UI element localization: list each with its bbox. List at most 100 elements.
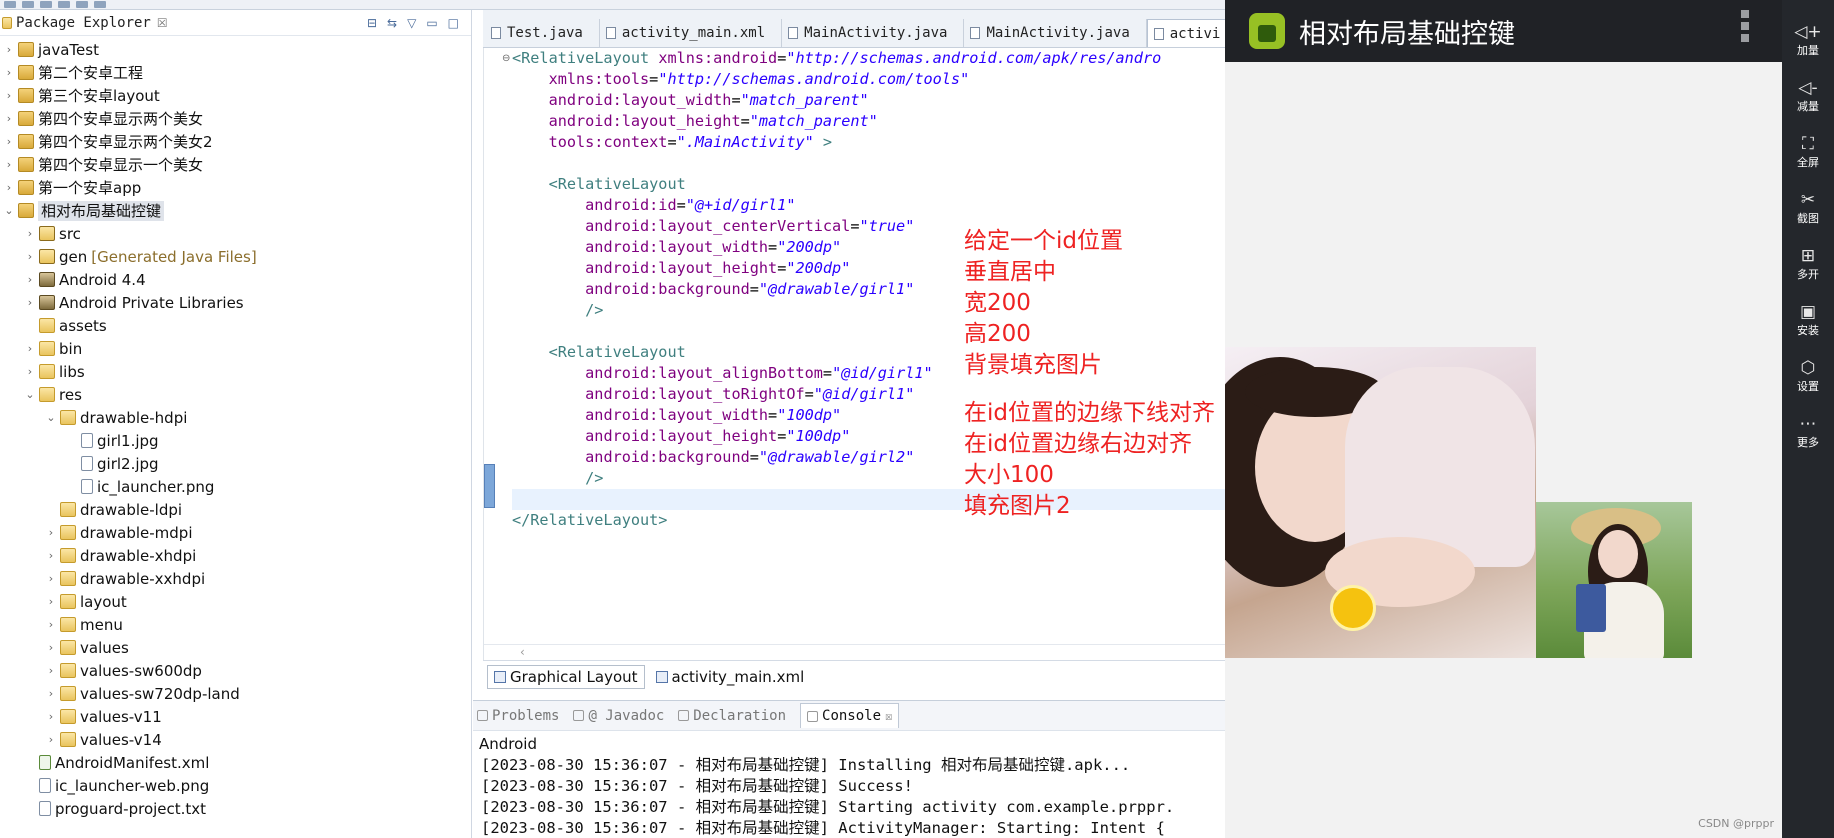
tree-item[interactable]: ic_launcher-web.png <box>0 774 471 797</box>
toolbar-button[interactable] <box>94 1 106 8</box>
editor-tab[interactable]: Test.java <box>485 19 600 47</box>
tree-item[interactable]: › values-sw720dp-land <box>0 682 471 705</box>
toolbar-button[interactable] <box>22 1 34 8</box>
expand-arrow-icon[interactable]: › <box>44 664 58 677</box>
tree-item-label: ic_launcher.png <box>97 477 215 496</box>
expand-arrow-icon[interactable]: › <box>23 365 37 378</box>
tree-item[interactable]: proguard-project.txt <box>0 797 471 820</box>
tree-item[interactable]: › menu <box>0 613 471 636</box>
project-icon <box>18 157 34 172</box>
minimize-icon[interactable]: ▭ <box>426 16 437 30</box>
expand-arrow-icon[interactable]: › <box>44 733 58 746</box>
tree-item[interactable]: › Android 4.4 <box>0 268 471 291</box>
tree-item[interactable]: AndroidManifest.xml <box>0 751 471 774</box>
expand-arrow-icon[interactable]: › <box>2 181 16 194</box>
expand-arrow-icon[interactable]: › <box>44 572 58 585</box>
tree-item[interactable]: girl2.jpg <box>0 452 471 475</box>
toolbar-button[interactable] <box>76 1 88 8</box>
tree-item[interactable]: › values-v14 <box>0 728 471 751</box>
expand-arrow-icon[interactable]: › <box>23 250 37 263</box>
console-tab[interactable]: Problems <box>477 708 559 724</box>
tree-item[interactable]: › src <box>0 222 471 245</box>
editor-tab[interactable]: activity_main.xml <box>600 19 783 47</box>
emulator-control-button[interactable]: ⛶ 全屏 <box>1782 132 1834 170</box>
tree-item[interactable]: › values-v11 <box>0 705 471 728</box>
tree-item[interactable]: › javaTest <box>0 38 471 61</box>
emulator-control-button[interactable]: ⊞ 多开 <box>1782 244 1834 282</box>
collapse-arrow-icon[interactable]: ⌄ <box>23 388 37 401</box>
tree-item[interactable]: assets <box>0 314 471 337</box>
tree-item[interactable]: › 第一个安卓app <box>0 176 471 199</box>
expand-arrow-icon[interactable]: › <box>23 296 37 309</box>
code-area[interactable]: ⊖ <RelativeLayout xmlns:android="http://… <box>483 48 1226 660</box>
close-view-icon[interactable]: ☒ <box>157 16 168 30</box>
tree-item[interactable]: › layout <box>0 590 471 613</box>
editor-mode-tab-label: activity_main.xml <box>671 667 805 686</box>
tree-item[interactable]: girl1.jpg <box>0 429 471 452</box>
expand-arrow-icon[interactable]: › <box>23 273 37 286</box>
expand-arrow-icon[interactable]: › <box>44 687 58 700</box>
editor-tab[interactable]: activi <box>1146 19 1238 47</box>
tree-item[interactable]: › drawable-xhdpi <box>0 544 471 567</box>
tree-item[interactable]: › 第三个安卓layout <box>0 84 471 107</box>
tree-item[interactable]: ⌄ res <box>0 383 471 406</box>
console-tab[interactable]: @ Javadoc <box>573 708 664 724</box>
scroll-left-icon[interactable]: ‹ <box>520 645 525 659</box>
emulator-control-button[interactable]: ◁+ 加量 <box>1782 20 1834 58</box>
expand-arrow-icon[interactable]: › <box>44 526 58 539</box>
maximize-icon[interactable]: □ <box>448 16 459 30</box>
emulator-control-button[interactable]: ⬡ 设置 <box>1782 356 1834 394</box>
console-tab[interactable]: Declaration <box>678 708 786 724</box>
view-menu-icon[interactable]: ▽ <box>407 16 416 30</box>
editor-tab[interactable]: MainActivity.java <box>782 19 965 47</box>
expand-arrow-icon[interactable]: › <box>2 135 16 148</box>
expand-arrow-icon[interactable]: › <box>44 641 58 654</box>
editor-tab[interactable]: MainActivity.java <box>964 19 1147 47</box>
expand-arrow-icon[interactable]: › <box>44 710 58 723</box>
tree-item[interactable]: › values <box>0 636 471 659</box>
tree-item[interactable]: › 第二个安卓工程 <box>0 61 471 84</box>
tree-item[interactable]: ⌄ 相对布局基础控键 <box>0 199 471 222</box>
expand-arrow-icon[interactable]: › <box>2 66 16 79</box>
tree-item[interactable]: › 第四个安卓显示两个美女2 <box>0 130 471 153</box>
console-tab[interactable]: Console ☒ <box>800 703 900 728</box>
expand-arrow-icon[interactable]: › <box>2 112 16 125</box>
fold-collapse-icon[interactable]: ⊖ <box>502 53 510 64</box>
expand-arrow-icon[interactable]: › <box>23 227 37 240</box>
expand-arrow-icon[interactable]: › <box>2 89 16 102</box>
tree-item[interactable]: › libs <box>0 360 471 383</box>
expand-arrow-icon[interactable]: › <box>2 158 16 171</box>
collapse-all-icon[interactable]: ⊟ <box>367 16 377 30</box>
emulator-control-button[interactable]: ◁- 减量 <box>1782 76 1834 114</box>
overflow-menu-icon[interactable] <box>1741 10 1749 42</box>
collapse-arrow-icon[interactable]: ⌄ <box>44 411 58 424</box>
tree-item[interactable]: › gen [Generated Java Files] <box>0 245 471 268</box>
editor-mode-tab[interactable]: activity_main.xml <box>649 665 812 689</box>
collapse-arrow-icon[interactable]: ⌄ <box>2 204 16 217</box>
emulator-control-button[interactable]: ⋯ 更多 <box>1782 412 1834 450</box>
tree-item[interactable]: › values-sw600dp <box>0 659 471 682</box>
emulator-control-button[interactable]: ▣ 安装 <box>1782 300 1834 338</box>
tree-item[interactable]: › drawable-xxhdpi <box>0 567 471 590</box>
tree-item[interactable]: ⌄ drawable-hdpi <box>0 406 471 429</box>
expand-arrow-icon[interactable]: › <box>2 43 16 56</box>
tree-item[interactable]: › 第四个安卓显示一个美女 <box>0 153 471 176</box>
tree-item[interactable]: drawable-ldpi <box>0 498 471 521</box>
expand-arrow-icon[interactable]: › <box>44 549 58 562</box>
emulator-control-button[interactable]: ✂ 截图 <box>1782 188 1834 226</box>
tree-item[interactable]: › drawable-mdpi <box>0 521 471 544</box>
tree-item[interactable]: ic_launcher.png <box>0 475 471 498</box>
tree-item[interactable]: › bin <box>0 337 471 360</box>
toolbar-button[interactable] <box>58 1 70 8</box>
tree-item[interactable]: › Android Private Libraries <box>0 291 471 314</box>
expand-arrow-icon[interactable]: › <box>23 342 37 355</box>
close-tab-icon[interactable]: ☒ <box>885 709 892 723</box>
tree-item[interactable]: › 第四个安卓显示两个美女 <box>0 107 471 130</box>
toolbar-button[interactable] <box>40 1 52 8</box>
toolbar-button[interactable] <box>4 1 16 8</box>
expand-arrow-icon[interactable]: › <box>44 595 58 608</box>
expand-arrow-icon[interactable]: › <box>44 618 58 631</box>
link-with-editor-icon[interactable]: ⇆ <box>387 16 397 30</box>
horizontal-scrollbar[interactable]: ‹ <box>484 644 1226 660</box>
editor-mode-tab[interactable]: Graphical Layout <box>487 664 645 689</box>
